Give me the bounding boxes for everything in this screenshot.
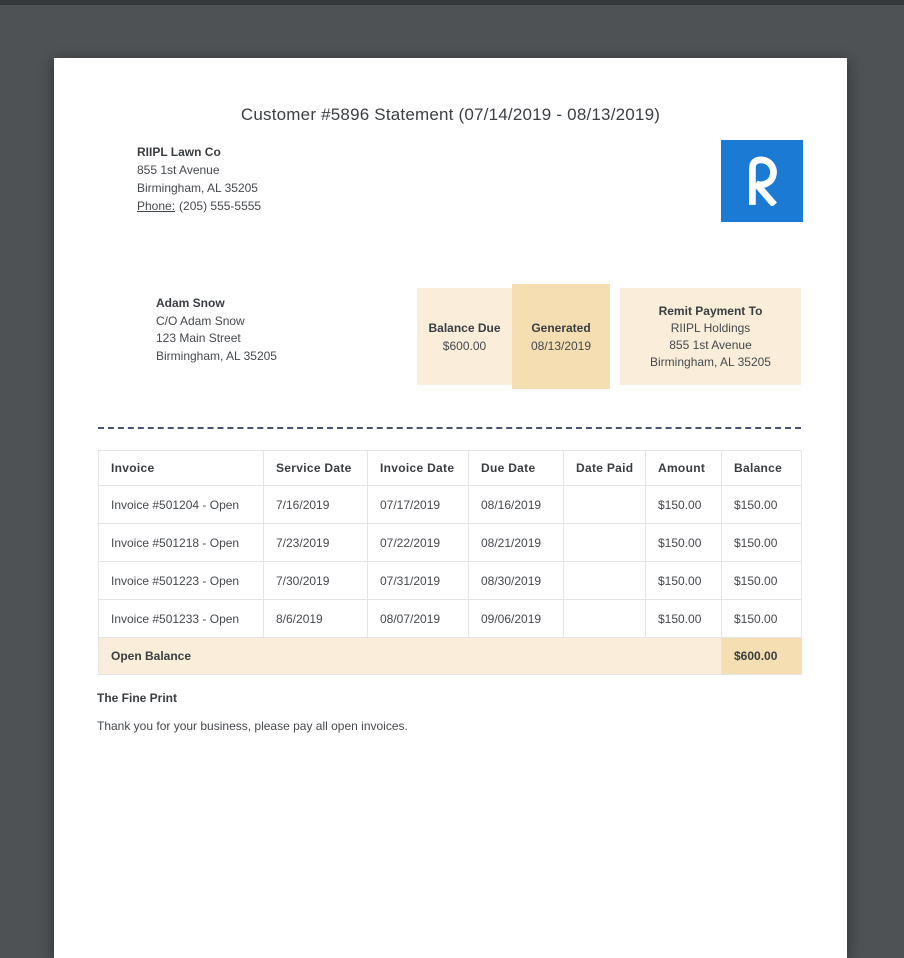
table-row: Invoice #501218 - Open 7/23/2019 07/22/201… [98,523,802,562]
viewer-top-strip [0,0,904,5]
customer-block: Adam Snow C/O Adam Snow 123 Main Street … [156,295,277,365]
table-cell: 07/31/2019 [367,561,469,600]
table-cell: $150.00 [645,485,722,524]
summary-boxes: Balance Due $600.00 Generated 08/13/2019… [417,284,801,389]
column-header: Service Date [263,450,368,486]
table-cell: 08/07/2019 [367,599,469,638]
viewer-background: { "title": "Customer #5896 Statement (07… [0,0,904,958]
column-header: Amount [645,450,722,486]
table-cell: $150.00 [721,561,802,600]
company-block: RIIPL Lawn Co 855 1st Avenue Birmingham,… [137,143,261,215]
column-header: Invoice [98,450,264,486]
company-name: RIIPL Lawn Co [137,145,221,159]
table-cell: Invoice #501223 - Open [98,561,264,600]
statement-page: Customer #5896 Statement (07/14/2019 - 0… [54,58,847,958]
table-header-row: Invoice Service Date Invoice Date Due Date D… [98,450,802,486]
company-address-line2: Birmingham, AL 35205 [137,181,258,195]
generated-label: Generated [531,320,591,335]
table-cell: 7/23/2019 [263,523,368,562]
table-cell: $150.00 [721,523,802,562]
customer-line1: C/O Adam Snow [156,313,245,328]
company-phone-line: Phone: (205) 555-5555 [137,197,261,215]
column-header: Date Paid [563,450,646,486]
table-cell: 09/06/2019 [468,599,564,638]
riipl-logo [721,140,803,222]
table-cell [563,599,646,638]
generated-box: Generated 08/13/2019 [512,284,610,389]
table-row: Invoice #501204 - Open 7/16/2019 07/17/201… [98,485,802,524]
remit-line3: Birmingham, AL 35205 [650,354,771,369]
balance-due-box: Balance Due $600.00 [417,288,512,385]
table-cell: $150.00 [721,485,802,524]
generated-value: 08/13/2019 [530,338,592,353]
table-cell: 08/30/2019 [468,561,564,600]
table-cell: 7/16/2019 [263,485,368,524]
table-row: Invoice #501233 - Open 8/6/2019 08/07/2019… [98,599,802,638]
table-row: Invoice #501223 - Open 7/30/2019 07/31/201… [98,561,802,600]
column-header: Due Date [468,450,564,486]
dashed-divider [98,427,801,429]
table-cell: $150.00 [721,599,802,638]
column-header: Balance [721,450,802,486]
phone-label: Phone: [137,199,176,213]
customer-line2: 123 Main Street [156,331,241,345]
table-cell: $150.00 [645,523,722,562]
table-cell [563,523,646,562]
table-cell [563,561,646,600]
company-address-line1: 855 1st Avenue [137,163,220,177]
invoice-table: Invoice Service Date Invoice Date Due Date D… [98,450,802,675]
balance-due-label: Balance Due [428,320,501,335]
remit-label: Remit Payment To [658,303,763,318]
customer-name: Adam Snow [156,296,225,310]
table-cell: Invoice #501218 - Open [98,523,264,562]
table-cell: 08/16/2019 [468,485,564,524]
open-balance-label: Open Balance [98,637,722,675]
table-cell: Invoice #501204 - Open [98,485,264,524]
table-cell: $150.00 [645,561,722,600]
phone-number: (205) 555-5555 [179,199,262,213]
remit-payment-box: Remit Payment To RIIPL Holdings 855 1st … [620,288,801,385]
table-cell: 08/21/2019 [468,523,564,562]
remit-line1: RIIPL Holdings [670,320,751,335]
customer-line3: Birmingham, AL 35205 [156,348,277,363]
column-header: Invoice Date [367,450,469,486]
table-cell: $150.00 [645,599,722,638]
open-balance-value: $600.00 [721,637,802,675]
statement-title: Customer #5896 Statement (07/14/2019 - 0… [240,105,661,124]
remit-line2: 855 1st Avenue [669,337,752,352]
open-balance-row: Open Balance $600.00 [98,637,802,675]
table-cell: 07/17/2019 [367,485,469,524]
summary-box-gap [610,288,620,385]
table-cell: 8/6/2019 [263,599,368,638]
r-letter-icon [739,152,785,211]
balance-due-value: $600.00 [442,338,487,353]
fine-print-heading: The Fine Print [97,691,178,705]
table-cell: 7/30/2019 [263,561,368,600]
table-cell [563,485,646,524]
table-cell: 07/22/2019 [367,523,469,562]
table-cell: Invoice #501233 - Open [98,599,264,638]
